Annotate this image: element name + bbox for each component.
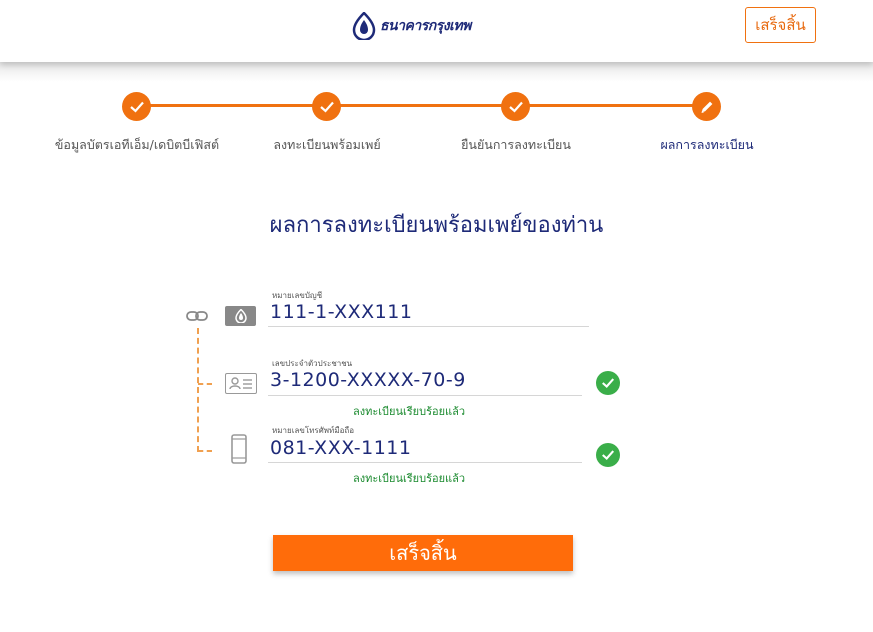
mobile-phone-icon xyxy=(230,433,248,465)
phone-status: ลงทะเบียนเรียบร้อยแล้ว xyxy=(353,472,466,485)
header: ธนาคารกรุงเทพ เสร็จสิ้น xyxy=(0,0,873,62)
bank-logo: ธนาคารกรุงเทพ xyxy=(352,12,471,40)
connector-vertical xyxy=(197,328,199,452)
page-title: ผลการลงทะเบียนพร้อมเพย์ของท่าน xyxy=(269,213,604,238)
bank-name: ธนาคารกรุงเทพ xyxy=(380,18,471,34)
citizen-id-underline xyxy=(268,395,582,396)
stepper-line xyxy=(137,104,707,107)
bank-card-icon xyxy=(225,306,256,326)
header-shadow xyxy=(0,62,873,82)
step-4-label: ผลการลงทะเบียน xyxy=(660,137,754,152)
id-card-icon xyxy=(225,373,257,394)
step-2-check-icon xyxy=(312,92,341,121)
step-1-check-icon xyxy=(122,92,151,121)
phone-underline xyxy=(268,462,582,463)
lotus-logo-icon xyxy=(352,12,376,40)
account-value: 111-1-XXX111 xyxy=(270,301,413,323)
step-1-label: ข้อมูลบัตรเอทีเอ็ม/เดบิตบีเฟิสต์ xyxy=(54,137,220,152)
step-3-label: ยืนยันการลงทะเบียน xyxy=(461,137,571,152)
citizen-id-status: ลงทะเบียนเรียบร้อยแล้ว xyxy=(353,405,466,418)
finish-button-top[interactable]: เสร็จสิ้น xyxy=(745,7,816,43)
citizen-id-success-icon xyxy=(596,371,620,395)
phone-success-icon xyxy=(596,443,620,467)
step-4-pencil-icon xyxy=(692,92,721,121)
link-icon xyxy=(186,308,208,324)
step-3-check-icon xyxy=(501,92,530,121)
citizen-id-value: 3-1200-XXXXX-70-9 xyxy=(270,369,466,391)
phone-label: หมายเลขโทรศัพท์มือถือ xyxy=(272,426,355,435)
connector-phone xyxy=(198,450,212,452)
account-underline xyxy=(268,326,589,327)
phone-value: 081-XXX-1111 xyxy=(270,437,412,459)
step-2-label: ลงทะเบียนพร้อมเพย์ xyxy=(273,137,381,152)
finish-button[interactable]: เสร็จสิ้น xyxy=(273,535,573,571)
connector-citizen xyxy=(198,383,212,385)
